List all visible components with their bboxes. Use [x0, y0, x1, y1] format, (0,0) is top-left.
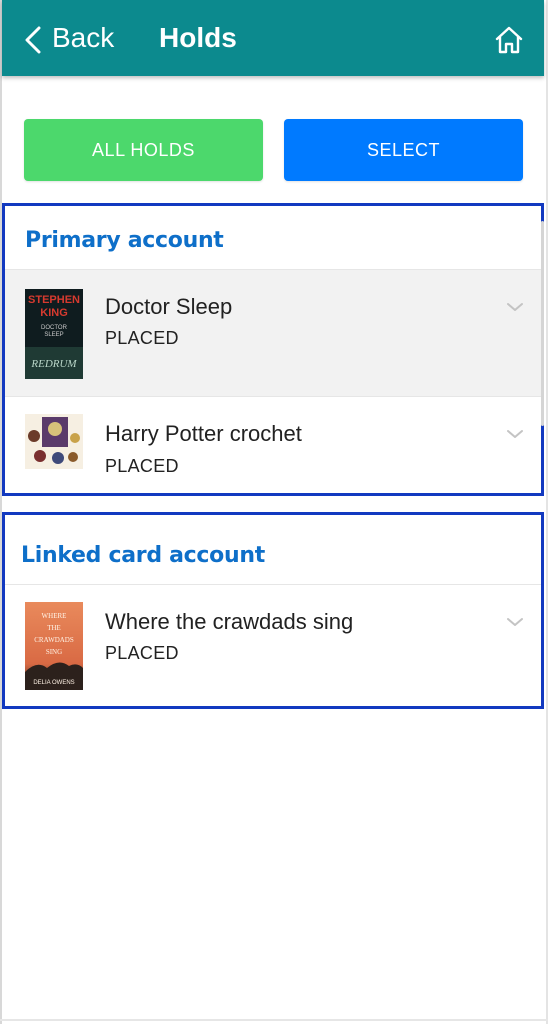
hold-title: Doctor Sleep — [105, 294, 233, 319]
hold-status: PLACED — [105, 456, 179, 476]
cover-author-text: DELIA OWENS — [33, 680, 74, 686]
back-button[interactable]: Back — [52, 22, 114, 54]
cover-author-text-2: KING — [40, 307, 68, 319]
cover-line: THE — [47, 624, 61, 632]
app-header: Back Holds — [2, 0, 544, 76]
home-icon[interactable] — [493, 24, 525, 56]
cover-author-text: STEPHEN — [28, 294, 80, 306]
book-cover-harry-potter-crochet — [25, 414, 83, 469]
select-button[interactable]: SELECT — [284, 119, 523, 181]
cover-line: CRAWDADS — [34, 636, 74, 644]
hold-status: PLACED — [105, 328, 179, 348]
section-title-primary: Primary account — [25, 228, 224, 253]
book-cover-where-the-crawdads-sing: WHERE THE CRAWDADS SING DELIA OWENS — [25, 602, 83, 690]
linked-card-account-section: Linked card account WHERE THE CRAWDADS S… — [2, 512, 544, 709]
hold-item-harry-potter-crochet[interactable]: Harry Potter crochet PLACED — [5, 396, 541, 494]
bottom-divider — [0, 1019, 548, 1021]
book-cover-doctor-sleep: STEPHEN KING DOCTOR SLEEP REDRUM — [25, 289, 83, 379]
page-title: Holds — [159, 22, 237, 53]
section-title-linked: Linked card account — [21, 543, 265, 568]
cover-line: SING — [46, 648, 62, 656]
hold-title: Harry Potter crochet — [105, 421, 302, 446]
cover-line: WHERE — [42, 612, 67, 620]
app-screen: Back Holds ALL HOLDS SELECT Primary acco… — [0, 0, 548, 1024]
chevron-down-icon[interactable] — [505, 427, 525, 441]
cover-title-text-2: SLEEP — [44, 332, 63, 338]
hold-status: PLACED — [105, 643, 179, 663]
chevron-left-icon[interactable] — [24, 26, 42, 54]
hold-item-where-the-crawdads-sing[interactable]: WHERE THE CRAWDADS SING DELIA OWENS Wher… — [5, 584, 541, 707]
hold-title: Where the crawdads sing — [105, 609, 354, 634]
primary-account-section: Primary account STEPHEN KING DOCTOR SLEE… — [2, 203, 544, 496]
chevron-down-icon[interactable] — [505, 615, 525, 629]
hold-item-doctor-sleep[interactable]: STEPHEN KING DOCTOR SLEEP REDRUM Doctor … — [5, 269, 541, 397]
chevron-down-icon[interactable] — [505, 300, 525, 314]
cover-tag-text: REDRUM — [30, 358, 77, 370]
all-holds-button[interactable]: ALL HOLDS — [24, 119, 263, 181]
scroll-indicator — [541, 221, 544, 426]
cover-title-text: DOCTOR — [41, 325, 68, 331]
